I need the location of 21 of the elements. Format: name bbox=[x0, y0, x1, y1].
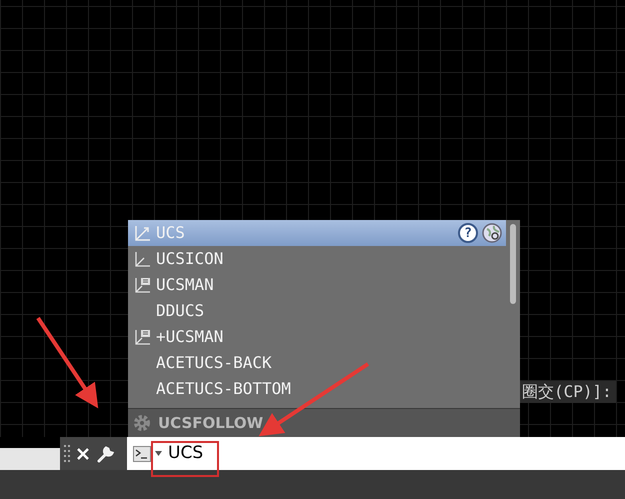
help-button[interactable]: ? bbox=[458, 223, 478, 243]
globe-icon[interactable] bbox=[482, 223, 502, 243]
suggestion-item[interactable]: +UCSMAN bbox=[128, 324, 506, 350]
suggestion-item[interactable]: ACETUCS-BOTTOM bbox=[128, 376, 506, 402]
wrench-icon[interactable] bbox=[96, 444, 116, 464]
suggestion-item[interactable]: UCSICON bbox=[128, 246, 506, 272]
suggestion-item[interactable]: DDUCS bbox=[128, 298, 506, 324]
close-icon[interactable] bbox=[76, 446, 90, 460]
suggestion-item[interactable]: UCSMAN bbox=[128, 272, 506, 298]
suggestion-item[interactable]: ACETUCS-BACK bbox=[128, 350, 506, 376]
command-prompt-icon[interactable] bbox=[133, 446, 151, 462]
footer-text: UCSFOLLOW bbox=[158, 412, 264, 434]
caret-icon[interactable] bbox=[155, 451, 162, 456]
command-input[interactable]: UCS bbox=[166, 440, 286, 466]
panel-background bbox=[0, 448, 60, 470]
suggestion-item[interactable]: UCS ? bbox=[128, 220, 506, 246]
grip-icon[interactable] bbox=[64, 444, 70, 464]
gear-icon bbox=[132, 413, 152, 433]
history-text: 圈交(CP)]: bbox=[518, 381, 616, 403]
highlight-frame bbox=[151, 441, 219, 477]
scrollbar-thumb[interactable] bbox=[510, 224, 516, 304]
